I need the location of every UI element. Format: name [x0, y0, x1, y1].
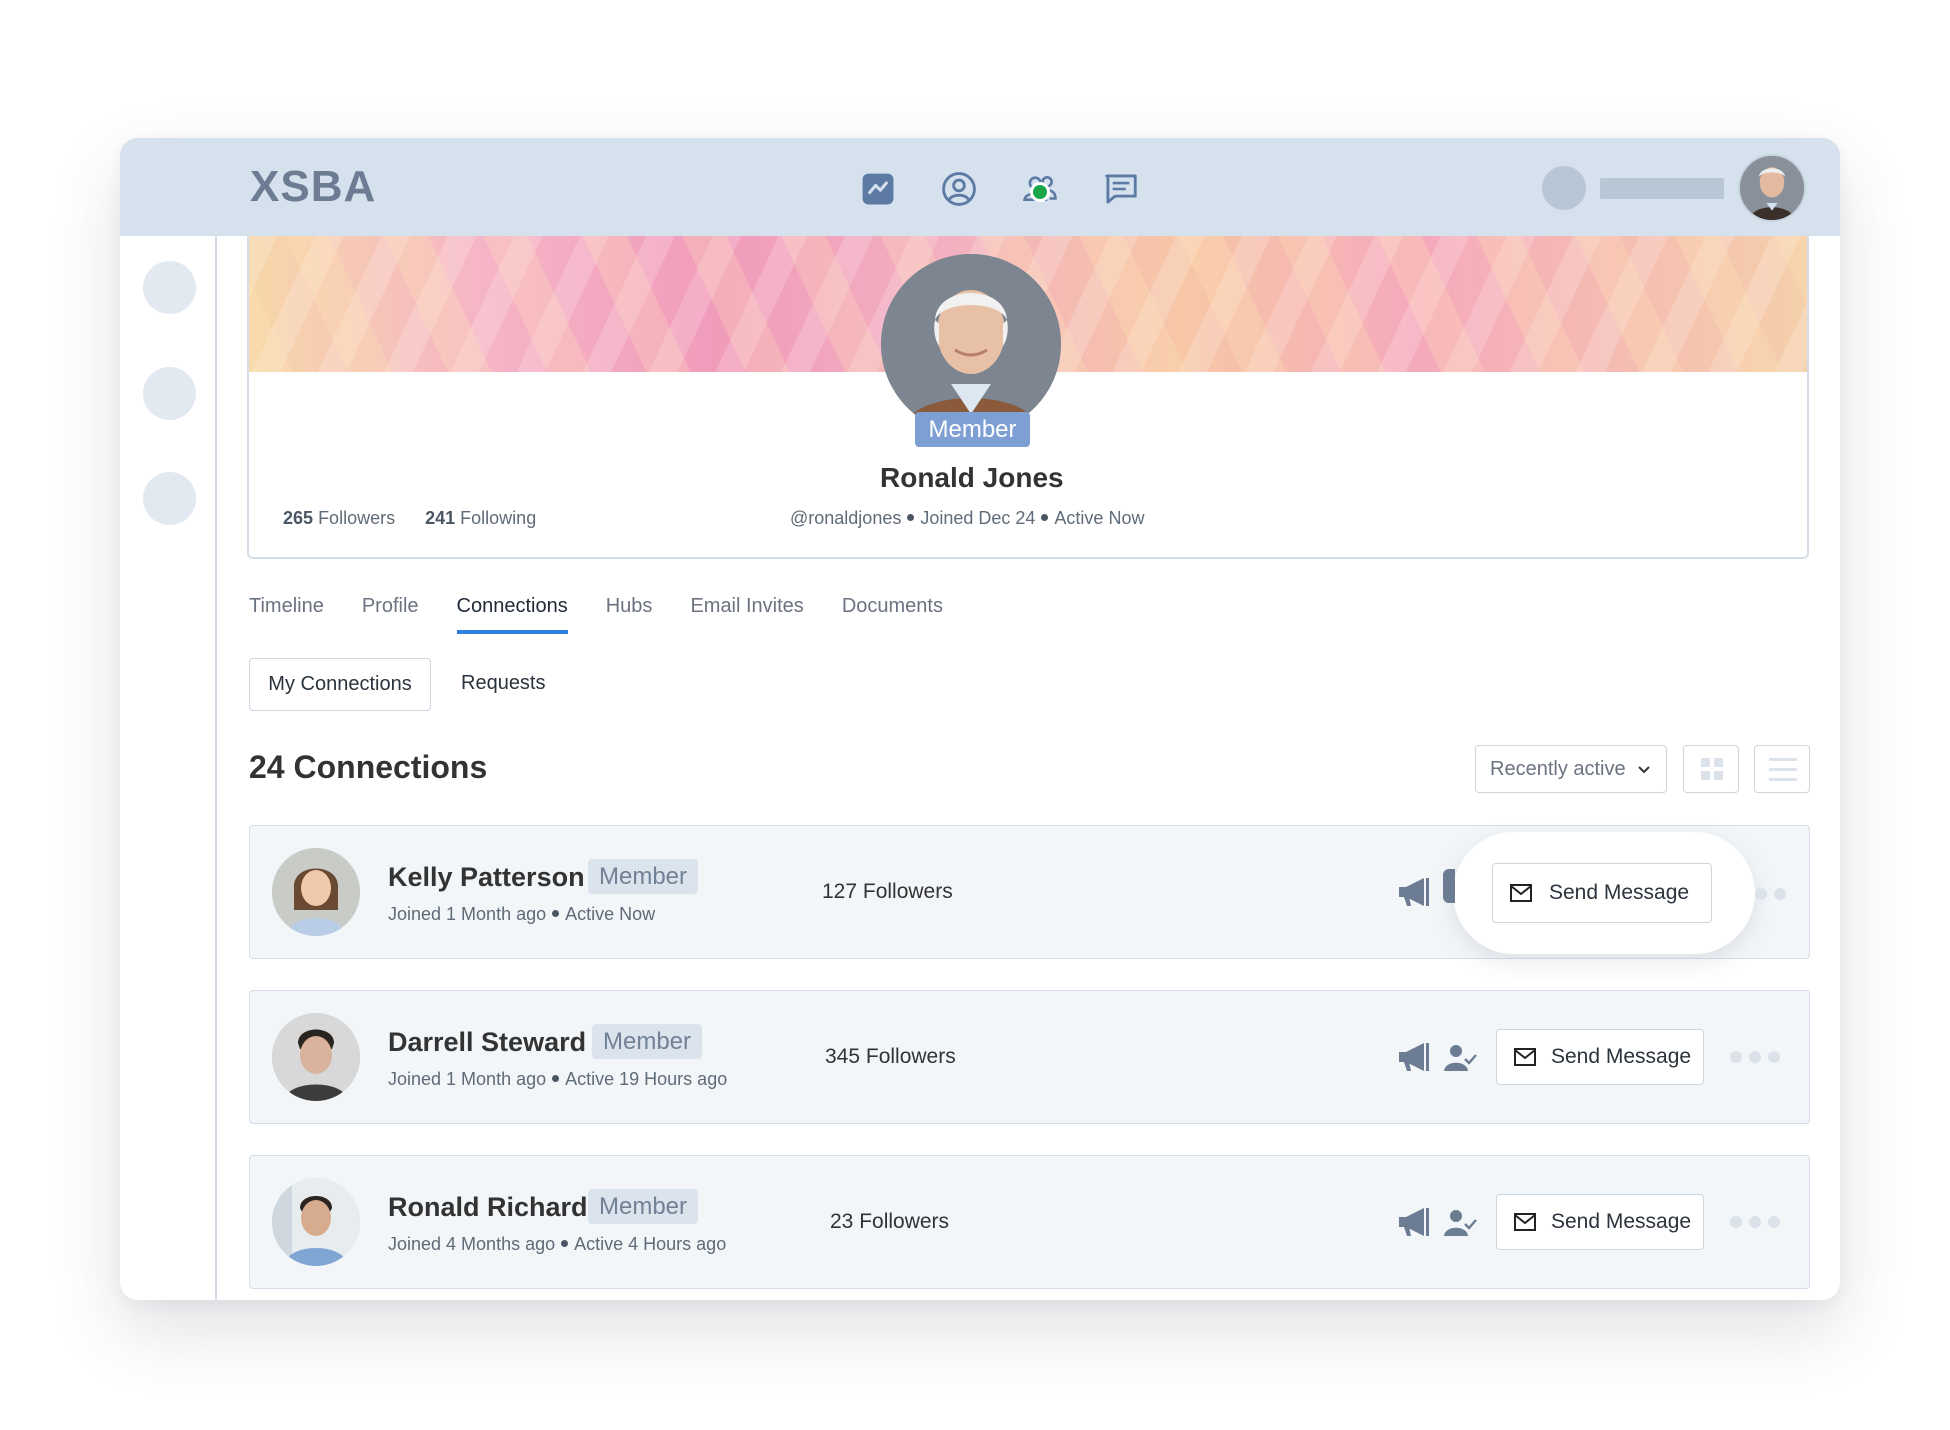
- profile-icon[interactable]: [936, 166, 981, 211]
- user-avatar[interactable]: [1738, 154, 1806, 222]
- profile-avatar: [881, 254, 1061, 434]
- connection-role-badge: Member: [588, 1189, 699, 1224]
- separator-dot: [907, 514, 915, 522]
- logo[interactable]: XSBA: [250, 162, 376, 212]
- activity-icon[interactable]: [855, 166, 900, 211]
- tab-connections[interactable]: Connections: [456, 595, 568, 634]
- connection-avatar[interactable]: [272, 1013, 360, 1101]
- send-message-button[interactable]: Send Message: [1496, 1194, 1704, 1250]
- list-view-button[interactable]: [1754, 745, 1810, 793]
- chevron-down-icon: [1638, 766, 1650, 774]
- app-window: XSBA: [120, 138, 1840, 1300]
- connections-count-title: 24 Connections: [249, 749, 488, 785]
- megaphone-icon[interactable]: [1396, 1204, 1432, 1240]
- megaphone-icon[interactable]: [1396, 1039, 1432, 1075]
- subtab-requests[interactable]: Requests: [461, 672, 546, 695]
- notification-placeholder[interactable]: [1542, 166, 1586, 210]
- subtab-my-connections[interactable]: My Connections: [249, 658, 431, 711]
- main-nav: [855, 166, 1143, 211]
- online-status-dot: [1030, 182, 1050, 202]
- connection-meta: Joined 4 Months ago Active 4 Hours ago: [388, 1234, 727, 1254]
- connection-meta: Joined 1 Month ago Active Now: [388, 904, 656, 924]
- connection-avatar[interactable]: [272, 1178, 360, 1266]
- connection-name[interactable]: Kelly Patterson: [388, 862, 585, 893]
- connection-role-badge: Member: [592, 1024, 703, 1059]
- sort-value: Recently active: [1490, 758, 1626, 780]
- sort-dropdown[interactable]: Recently active: [1475, 745, 1667, 793]
- connection-row: Darrell Steward Member Joined 1 Month ag…: [249, 990, 1810, 1124]
- followers-stat[interactable]: 265 Followers: [283, 508, 395, 528]
- tab-timeline[interactable]: Timeline: [249, 595, 324, 634]
- mail-icon: [1514, 1213, 1536, 1231]
- more-options-button[interactable]: [1730, 1051, 1780, 1063]
- connection-meta: Joined 1 Month ago Active 19 Hours ago: [388, 1069, 728, 1089]
- connection-followers: 127 Followers: [822, 880, 953, 903]
- more-options-button[interactable]: [1730, 1216, 1780, 1228]
- send-message-button[interactable]: Send Message: [1492, 863, 1712, 923]
- tab-email-invites[interactable]: Email Invites: [690, 595, 803, 634]
- top-bar: XSBA: [120, 138, 1840, 236]
- connection-name[interactable]: Darrell Steward: [388, 1027, 586, 1058]
- sidebar-item[interactable]: [143, 261, 196, 314]
- left-sidebar: [120, 236, 217, 1300]
- profile-joined: Joined Dec 24: [920, 508, 1036, 528]
- connection-name[interactable]: Ronald Richards: [388, 1192, 603, 1223]
- profile-meta: @ronaldjones Joined Dec 24 Active Now: [790, 508, 1144, 529]
- profile-tabs: Timeline Profile Connections Hubs Email …: [249, 595, 943, 634]
- tab-documents[interactable]: Documents: [842, 595, 943, 634]
- profile-role-badge: Member: [915, 412, 1030, 447]
- profile-handle: @ronaldjones: [790, 508, 902, 528]
- connection-followers: 345 Followers: [825, 1045, 956, 1068]
- tab-profile[interactable]: Profile: [362, 595, 419, 634]
- sidebar-item[interactable]: [143, 367, 196, 420]
- profile-stats: 265 Followers 241 Following: [283, 508, 536, 529]
- mail-icon: [1514, 1048, 1536, 1066]
- connection-role-badge: Member: [588, 859, 699, 894]
- more-options-button[interactable]: [1755, 888, 1786, 900]
- connection-avatar[interactable]: [272, 848, 360, 936]
- username-placeholder: [1600, 178, 1724, 199]
- connection-row: Ronald Richards Member Joined 4 Months a…: [249, 1155, 1810, 1289]
- profile-name: Ronald Jones: [880, 462, 1064, 493]
- separator-dot: [1041, 514, 1049, 522]
- grid-icon: [1701, 758, 1723, 780]
- grid-view-button[interactable]: [1683, 745, 1739, 793]
- mail-icon: [1510, 884, 1532, 902]
- profile-status: Active Now: [1054, 508, 1145, 528]
- send-message-button[interactable]: Send Message: [1496, 1029, 1704, 1085]
- following-stat[interactable]: 241 Following: [425, 508, 536, 528]
- megaphone-icon[interactable]: [1396, 874, 1432, 910]
- user-check-icon[interactable]: [1443, 1041, 1477, 1075]
- messages-icon[interactable]: [1098, 166, 1143, 211]
- user-check-icon[interactable]: [1443, 1206, 1477, 1240]
- tab-hubs[interactable]: Hubs: [606, 595, 653, 634]
- sidebar-item[interactable]: [143, 472, 196, 525]
- user-check-icon[interactable]: [1443, 869, 1455, 903]
- connection-followers: 23 Followers: [830, 1210, 950, 1233]
- list-icon: [1769, 758, 1797, 781]
